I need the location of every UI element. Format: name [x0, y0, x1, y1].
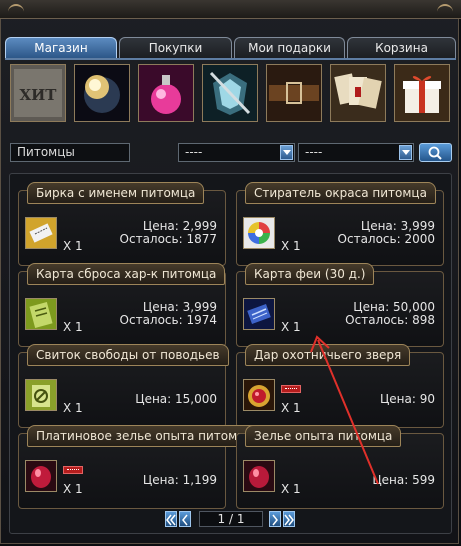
item-card[interactable]: Карта феи (30 д.) X 1 Цена: 50,000 Остал… — [236, 263, 444, 347]
item-remaining: Осталось: 1974 — [119, 313, 217, 327]
item-title: Свиток свободы от поводьев — [27, 344, 229, 366]
tab-shop[interactable]: Магазин — [5, 37, 117, 59]
item-price: Цена: 15,000 — [135, 392, 217, 406]
tab-purchases[interactable]: Покупки — [119, 37, 232, 59]
subcategory-dropdown-value: ---- — [185, 145, 203, 159]
item-title: Бирка с именем питомца — [27, 182, 205, 204]
hot-badge — [281, 385, 301, 393]
subcategory-dropdown[interactable]: ---- — [178, 143, 295, 162]
item-remaining: Осталось: 898 — [345, 313, 435, 327]
item-card[interactable]: Платиновое зелье опыта питомца X 1 Цена:… — [18, 425, 262, 509]
item-quantity: X 1 — [281, 401, 301, 415]
tab-underline — [5, 58, 456, 60]
item-title: Стиратель окраса питомца — [245, 182, 436, 204]
item-card[interactable]: Бирка с именем питомца X 1 Цена: 2,999 О… — [18, 182, 226, 266]
freedom-scroll-icon — [25, 379, 57, 411]
item-quantity: X 1 — [63, 482, 83, 496]
item-card[interactable]: Зелье опыта питомца X 1 Цена: 599 — [236, 425, 444, 509]
gift-category-icon[interactable] — [394, 64, 450, 122]
hot-badge — [63, 466, 83, 474]
pagination: 1 / 1 — [165, 511, 295, 529]
item-price: Цена: 599 — [372, 473, 435, 487]
item-quantity: X 1 — [281, 482, 301, 496]
tab-cart[interactable]: Корзина — [347, 37, 456, 59]
item-quantity: X 1 — [281, 320, 301, 334]
chevron-down-icon[interactable] — [399, 145, 412, 160]
platinum-exp-potion-icon — [25, 460, 57, 492]
name-tag-icon — [25, 217, 57, 249]
filter-row: Питомцы ---- ---- — [10, 143, 452, 163]
hunter-gift-icon — [243, 379, 275, 411]
last-page-button[interactable] — [283, 511, 295, 527]
cards-category-icon[interactable] — [330, 64, 386, 122]
item-price: Цена: 2,999 — [142, 219, 217, 233]
item-price: Цена: 3,999 — [360, 219, 435, 233]
shop-tabs: Магазин Покупки Мои подарки Корзина — [5, 37, 456, 59]
fairy-card-icon — [243, 298, 275, 330]
hit-category-caption: ХИТ — [20, 86, 58, 104]
item-price: Цена: 3,999 — [142, 300, 217, 314]
double-chevron-right-icon — [284, 514, 294, 526]
item-card[interactable]: Стиратель окраса питомца X 1 Цена: 3,999… — [236, 182, 444, 266]
next-page-button[interactable] — [269, 511, 281, 527]
item-title: Карта феи (30 д.) — [245, 263, 375, 285]
item-card[interactable]: Дар охотничьего зверя X 1 Цена: 90 — [236, 344, 444, 428]
category-field[interactable]: Питомцы — [10, 143, 130, 162]
category-strip: ХИТ — [10, 64, 451, 126]
items-panel: Бирка с именем питомца X 1 Цена: 2,999 О… — [9, 173, 452, 534]
sort-dropdown[interactable]: ---- — [298, 143, 414, 162]
item-quantity: X 1 — [281, 239, 301, 253]
item-price: Цена: 50,000 — [353, 300, 435, 314]
item-title: Карта сброса хар-к питомца — [27, 263, 226, 285]
tab-my-gifts[interactable]: Мои подарки — [234, 37, 345, 59]
item-title: Зелье опыта питомца — [245, 425, 402, 447]
first-page-button[interactable] — [165, 511, 177, 527]
item-price: Цена: 90 — [379, 392, 435, 406]
item-remaining: Осталось: 1877 — [119, 232, 217, 246]
item-price: Цена: 1,199 — [142, 473, 217, 487]
item-card[interactable]: Карта сброса хар-к питомца X 1 Цена: 3,9… — [18, 263, 226, 347]
item-title: Дар охотничьего зверя — [245, 344, 411, 366]
sort-dropdown-value: ---- — [305, 145, 323, 159]
prev-page-button[interactable] — [179, 511, 191, 527]
item-quantity: X 1 — [63, 401, 83, 415]
color-eraser-icon — [243, 217, 275, 249]
hit-category-icon[interactable]: ХИТ — [10, 64, 66, 122]
chevron-left-icon — [182, 514, 188, 526]
chevron-down-icon[interactable] — [280, 145, 293, 160]
planet-category-icon[interactable] — [74, 64, 130, 122]
search-icon — [428, 146, 442, 160]
chevron-right-icon — [272, 514, 278, 526]
item-title: Платиновое зелье опыта питомца — [27, 425, 262, 447]
corner-ornament-right — [437, 4, 453, 16]
belt-category-icon[interactable] — [266, 64, 322, 122]
category-field-value: Питомцы — [17, 145, 75, 159]
double-chevron-left-icon — [166, 514, 176, 526]
search-button[interactable] — [419, 143, 452, 162]
corner-ornament-left — [8, 4, 24, 16]
reset-card-icon — [25, 298, 57, 330]
item-card[interactable]: Свиток свободы от поводьев X 1 Цена: 15,… — [18, 344, 229, 428]
window-title-bar — [0, 0, 461, 19]
item-remaining: Осталось: 2000 — [337, 232, 435, 246]
page-indicator: 1 / 1 — [199, 511, 263, 527]
armor-category-icon[interactable] — [202, 64, 258, 122]
item-quantity: X 1 — [63, 239, 83, 253]
potion-category-icon[interactable] — [138, 64, 194, 122]
item-quantity: X 1 — [63, 320, 83, 334]
exp-potion-icon — [243, 460, 275, 492]
